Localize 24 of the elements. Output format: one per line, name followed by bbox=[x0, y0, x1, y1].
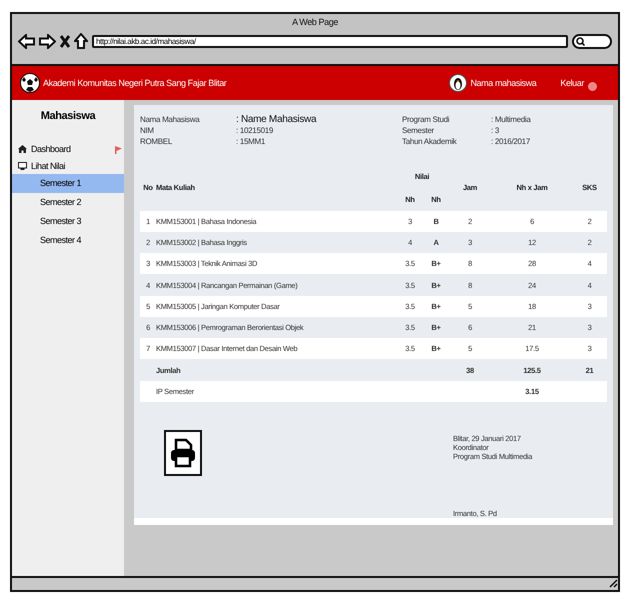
submenu-item[interactable]: Semester 3 bbox=[12, 212, 124, 231]
info-label: Nama Mahasiswa bbox=[140, 115, 201, 125]
sidebar-title: Mahasiswa bbox=[40, 110, 97, 122]
sidebar-item[interactable]: Dashboard bbox=[12, 140, 124, 157]
submenu-item[interactable]: Semester 2 bbox=[12, 193, 124, 212]
brand-name: Akademi Komunitas Negeri Putra Sang Fajar Blitar bbox=[43, 78, 226, 88]
info-value: : 10215019 bbox=[236, 126, 274, 136]
info-value: : Name Mahasiswa bbox=[236, 115, 318, 125]
submenu-item[interactable]: Semester 4 bbox=[12, 231, 124, 250]
info-value: : Multimedia bbox=[491, 115, 532, 125]
user-name[interactable]: Nama mahasiswa bbox=[470, 78, 536, 88]
info-value: : 15MM1 bbox=[236, 137, 266, 147]
info-label: Tahun Akademik bbox=[402, 137, 458, 147]
info-value: : 2016/2017 bbox=[491, 137, 531, 147]
info-label: ROMBEL bbox=[140, 137, 173, 147]
url-field[interactable]: http://nilai.akb.ac.id/mahasiswa/ bbox=[92, 34, 568, 48]
info-label: Program Studi bbox=[402, 115, 450, 125]
info-label: NIM bbox=[140, 126, 155, 136]
info-value: : 3 bbox=[491, 126, 500, 136]
info-label: Semester bbox=[402, 126, 435, 136]
sidebar-item[interactable]: Lihat Nilai bbox=[12, 157, 124, 174]
window-title: A Web Page bbox=[292, 17, 338, 27]
logout-link[interactable]: Keluar bbox=[560, 78, 584, 88]
submenu-item[interactable]: Semester 1 bbox=[12, 174, 124, 193]
